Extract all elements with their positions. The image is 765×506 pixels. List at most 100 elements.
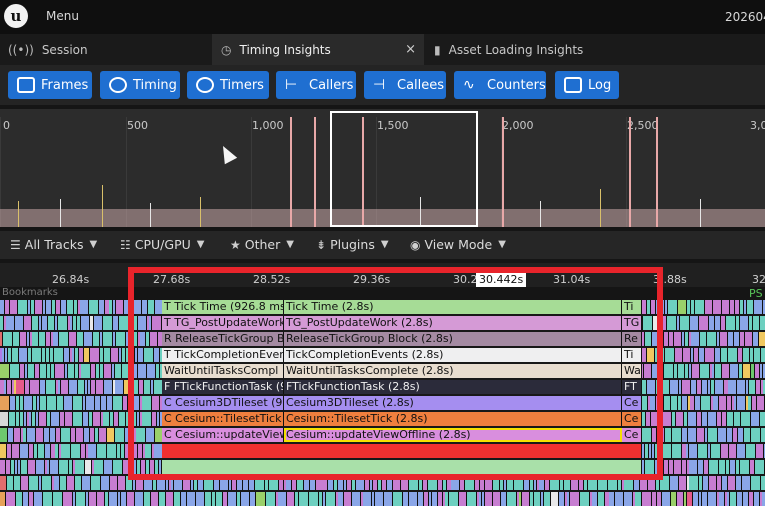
track-sliver [68,364,75,378]
chevron-down-icon: ▼ [498,239,506,250]
track-sliver [20,444,29,458]
track-sliver [665,428,672,442]
frame-spike [60,199,61,227]
callers-button[interactable]: ⊢ Callers [276,71,356,99]
track-sliver [635,492,642,506]
bar-chart-icon [17,77,35,93]
track-sliver [40,364,47,378]
frames-button[interactable]: Frames [8,71,92,99]
frame-spike [502,117,504,227]
frames-graph[interactable]: 0 500 1,000 1,500 2,000 2,500 3,0 [0,109,765,227]
callers-label: Callers [309,77,354,93]
frame-spike [150,203,151,227]
track-sliver [705,300,713,314]
track-sliver [92,348,100,362]
track-sliver [572,492,580,506]
tab-session[interactable]: ((•)) Session [0,34,212,65]
track-sliver [65,492,73,506]
track-sliver [0,396,10,410]
frame-selection-bracket[interactable] [330,111,478,227]
track-sliver [216,492,223,506]
track-sliver [375,492,384,506]
track-sliver [522,492,530,506]
track-sliver [43,492,53,506]
plugins-label: Plugins [330,237,375,252]
timers-button[interactable]: Timers [187,71,269,99]
track-sliver [116,300,124,314]
all-tracks-label: All Tracks [24,237,84,252]
track-sliver [127,492,135,506]
track-sliver [701,316,709,330]
track-sliver [65,412,73,426]
track-sliver [77,332,84,346]
track-sliver [81,364,91,378]
track-sliver [753,316,760,330]
track-sliver [103,316,113,330]
track-sliver [624,492,633,506]
track-sliver [662,492,671,506]
track-sliver [409,492,418,506]
track-sliver [727,412,734,426]
track-sliver [111,348,119,362]
track-sliver [393,492,403,506]
all-tracks-dropdown[interactable]: ☰ All Tracks ▼ [10,237,97,252]
tab-timing-insights[interactable]: ◷ Timing Insights × [212,34,424,65]
track-sliver [667,316,677,330]
track-sliver [715,380,724,394]
track-sliver [89,492,97,506]
track-sliver [737,396,746,410]
track-sliver [46,380,56,394]
track-sliver [709,476,717,490]
track-sliver [91,476,101,490]
cpu-gpu-dropdown[interactable]: ☷ CPU/GPU ▼ [120,237,204,252]
track-sliver [707,348,715,362]
close-icon[interactable]: × [405,42,416,57]
track-sliver [678,364,685,378]
tab-asset-loading-insights[interactable]: ▮ Asset Loading Insights [424,34,624,65]
track-sliver [689,460,698,474]
callers-tree-icon: ⊢ [285,77,298,93]
track-sliver [115,364,122,378]
view-mode-dropdown[interactable]: ◉ View Mode ▼ [410,237,506,252]
track-sliver [61,428,71,442]
counters-button[interactable]: ∿ Counters [454,71,546,99]
timing-button[interactable]: Timing [100,71,180,99]
track-sliver [8,492,16,506]
track-sliver [75,476,82,490]
track-sliver [97,492,105,506]
unreal-logo-icon[interactable]: u [4,4,28,28]
callees-button[interactable]: ⊣ Callees [364,71,446,99]
track-sliver [737,380,746,394]
track-sliver [84,332,93,346]
frame-spike [656,117,658,227]
track-sliver [78,380,85,394]
track-sliver [82,476,91,490]
track-sliver [691,332,700,346]
track-sliver [35,300,43,314]
track-sliver [27,428,36,442]
track-sliver [54,348,64,362]
track-sliver [94,460,104,474]
track-sliver [135,492,144,506]
track-sliver [103,332,113,346]
frames-tick: 2,500 [627,119,659,132]
document-icon: ▮ [434,42,441,57]
track-sliver [97,444,107,458]
track-sliver [39,412,47,426]
track-sliver [12,348,19,362]
track-sliver [674,460,682,474]
track-sliver [99,428,107,442]
log-button[interactable]: Log [555,71,619,99]
plugins-dropdown[interactable]: ⇟ Plugins ▼ [316,237,389,252]
track-sliver [107,444,117,458]
track-sliver [745,332,753,346]
track-sliver [96,380,104,394]
menu-button[interactable]: Menu [46,9,79,23]
track-sliver [118,476,126,490]
track-sliver [663,380,670,394]
other-dropdown[interactable]: ★ Other ▼ [230,237,294,252]
track-sliver [756,444,764,458]
track-sliver [14,476,21,490]
track-sliver [104,380,113,394]
track-sliver [10,300,18,314]
